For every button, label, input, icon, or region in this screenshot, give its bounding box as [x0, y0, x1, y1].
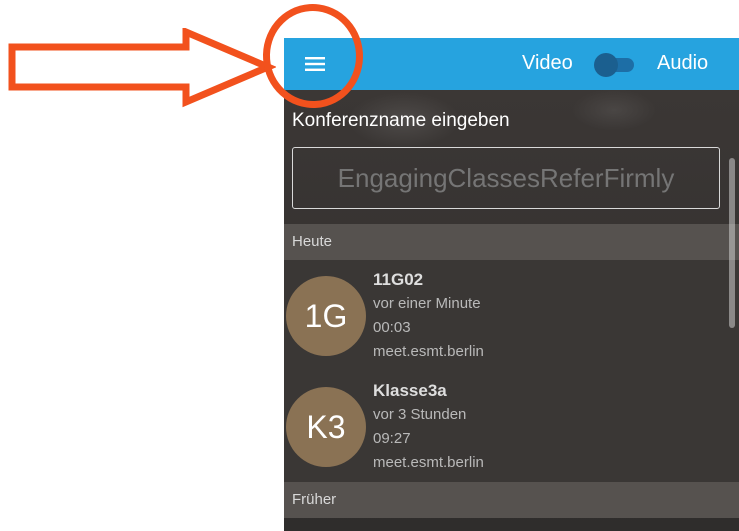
meeting-name: 11G02 — [373, 270, 424, 289]
section-header-earlier: Früher — [284, 482, 739, 518]
meeting-server: meet.esmt.berlin — [373, 343, 484, 360]
avatar: 1G — [286, 276, 366, 356]
avatar: K3 — [286, 387, 366, 467]
meeting-details: Klasse3a vor 3 Stunden 09:27 meet.esmt.b… — [373, 379, 484, 475]
meeting-name: Klasse3a — [373, 381, 447, 400]
video-label: Video — [522, 52, 573, 74]
recent-meeting-item[interactable]: 1G 11G02 vor einer Minute 00:03 meet.esm… — [284, 260, 739, 371]
meeting-duration: 09:27 — [373, 430, 411, 447]
screenshot-stage: Video Audio Konferenzname eingeben Heute… — [0, 0, 739, 531]
phone-screen: Video Audio Konferenzname eingeben Heute… — [284, 38, 739, 531]
meeting-time-ago: vor 3 Stunden — [373, 406, 467, 423]
meeting-details: 11G02 vor einer Minute 00:03 meet.esmt.b… — [373, 268, 484, 364]
video-audio-toggle[interactable] — [592, 52, 638, 77]
meeting-duration: 00:03 — [373, 319, 411, 336]
arrow-right-icon — [8, 28, 276, 108]
meeting-server: meet.esmt.berlin — [373, 454, 484, 471]
meeting-time-ago: vor einer Minute — [373, 295, 481, 312]
conference-name-label: Konferenzname eingeben — [292, 110, 510, 131]
conference-name-input[interactable] — [292, 147, 720, 209]
audio-label: Audio — [657, 52, 709, 74]
scrollbar[interactable] — [729, 158, 735, 328]
toggle-thumb — [594, 53, 618, 77]
section-header-today: Heute — [284, 224, 739, 260]
recent-meetings-list: 1G 11G02 vor einer Minute 00:03 meet.esm… — [284, 260, 739, 482]
recent-meeting-item[interactable]: K3 Klasse3a vor 3 Stunden 09:27 meet.esm… — [284, 371, 739, 482]
